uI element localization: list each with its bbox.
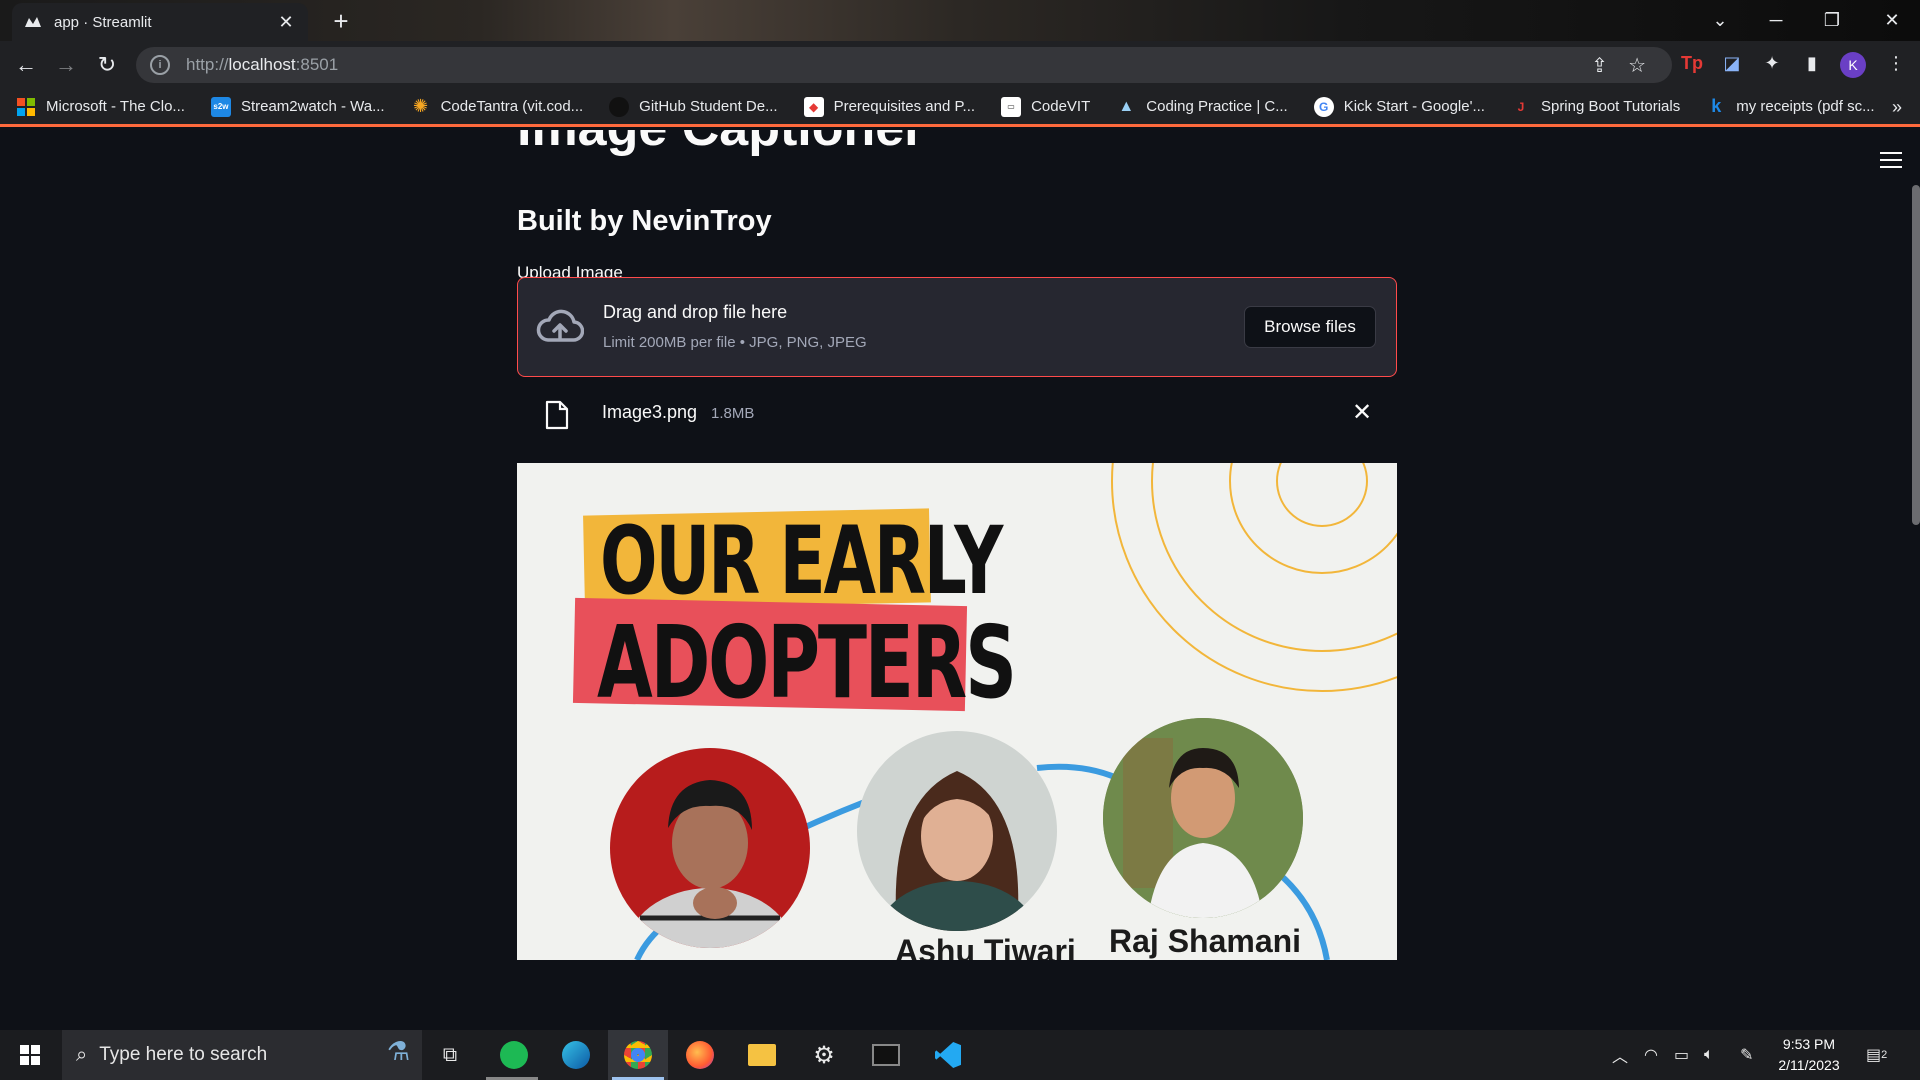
share-icon[interactable]: ⇪ — [1591, 53, 1608, 78]
tab-search-chevron-icon[interactable]: ⌄ — [1692, 0, 1748, 41]
browser-toolbar: ← → ↻ i http://localhost:8501 ⇪ ☆ — [0, 41, 1920, 89]
cloud-upload-icon — [536, 309, 584, 342]
uploaded-image-preview: OUR EARLY ADOPTERS Ashu Tiwari Raj Shama… — [517, 463, 1397, 960]
k-logo-icon: k — [1711, 96, 1722, 116]
show-hidden-icons-chevron-icon[interactable]: ︿ — [1612, 1030, 1628, 1080]
streamlit-app: Image Captioner Built by NevinTroy Uploa… — [0, 130, 1920, 1030]
restore-window-button[interactable]: ❐ — [1804, 0, 1860, 41]
taskbar-clock[interactable]: 9:53 PM 2/11/2023 — [1768, 1034, 1850, 1076]
bookmark-item[interactable]: k my receipts (pdf sc... — [1706, 96, 1874, 117]
page-title: Image Captioner — [517, 130, 924, 158]
edge-icon[interactable] — [546, 1030, 606, 1080]
chrome-icon[interactable] — [608, 1030, 668, 1080]
browser-tab-active[interactable]: app · Streamlit ✕ — [12, 3, 308, 41]
browser-menu-icon[interactable]: ⋮ — [1882, 49, 1910, 77]
more-bookmarks-icon[interactable]: » — [1892, 97, 1902, 118]
close-window-button[interactable]: ✕ — [1864, 0, 1920, 41]
taskbar-search-box[interactable]: ⌕ Type here to search ⚗ — [62, 1030, 422, 1080]
page-scrollbar[interactable] — [1912, 185, 1920, 525]
volume-icon[interactable]: 🔈︎ — [1704, 1030, 1714, 1080]
task-view-icon[interactable]: ⧉ — [420, 1030, 480, 1080]
new-tab-button[interactable]: + — [326, 6, 356, 36]
address-bar[interactable]: i http://localhost:8501 ⇪ ☆ — [136, 47, 1672, 83]
poster-name-middle: Ashu Tiwari — [895, 933, 1076, 960]
mountain-logo-icon: ▲ — [1118, 97, 1135, 115]
firefox-icon[interactable] — [670, 1030, 730, 1080]
search-placeholder: Type here to search — [99, 1044, 268, 1065]
windows-start-icon[interactable] — [0, 1030, 60, 1080]
github-logo-icon — [609, 96, 630, 117]
j-logo-icon: J — [1517, 99, 1525, 114]
browser-tab-strip: app · Streamlit ✕ + ⌄ ─ ❐ ✕ — [0, 0, 1920, 41]
site-info-icon[interactable]: i — [150, 55, 170, 75]
microsoft-logo-icon — [16, 97, 36, 117]
profile-avatar[interactable]: K — [1840, 52, 1866, 78]
person-photo-right — [1103, 718, 1303, 918]
sun-logo-icon: ✺ — [413, 96, 429, 116]
file-name: Image3.png — [602, 402, 698, 422]
bookmark-item[interactable]: ▲ Coding Practice | C... — [1116, 97, 1287, 117]
settings-gear-icon[interactable]: ⚙ — [794, 1030, 854, 1080]
notifications-icon[interactable]: ▤ 2 — [1866, 1030, 1887, 1080]
extension-icon[interactable]: ◪ — [1718, 49, 1746, 77]
network-icon[interactable]: ◠ — [1644, 1030, 1658, 1080]
search-icon: ⌕ — [76, 1043, 88, 1066]
back-button[interactable]: ← — [10, 49, 42, 81]
bookmark-item[interactable]: J Spring Boot Tutorials — [1511, 97, 1681, 117]
google-logo-icon: G — [1313, 96, 1334, 117]
s2w-logo-icon: s2w — [210, 96, 231, 117]
pen-icon[interactable]: ✎ — [1740, 1030, 1753, 1080]
battery-icon[interactable]: ▭ — [1674, 1030, 1689, 1080]
tp-extension-icon[interactable]: Tp — [1678, 49, 1706, 77]
file-icon — [545, 400, 569, 430]
person-photo-middle — [857, 731, 1057, 931]
main-menu-icon[interactable] — [1880, 152, 1902, 168]
bookmark-item[interactable]: ◆ Prerequisites and P... — [803, 96, 975, 117]
bookmark-item[interactable]: ▭ CodeVIT — [1001, 96, 1090, 117]
reload-button[interactable]: ↻ — [91, 49, 123, 81]
forward-button[interactable]: → — [50, 49, 82, 81]
clock-date: 2/11/2023 — [1778, 1057, 1840, 1073]
windows-taskbar: ⌕ Type here to search ⚗ ⧉ ⚙ ︿ ◠ ▭ 🔈︎ ✎ 9… — [0, 1030, 1920, 1080]
close-tab-icon[interactable]: ✕ — [276, 12, 296, 33]
url-text: http://localhost:8501 — [186, 55, 339, 74]
terminal-icon[interactable] — [856, 1030, 916, 1080]
poster-name-right: Raj Shamani — [1109, 923, 1302, 959]
dropzone-limits: Limit 200MB per file • JPG, PNG, JPEG — [603, 334, 867, 351]
bookmark-star-icon[interactable]: ☆ — [1628, 53, 1646, 78]
poster-heading-line1: OUR EARLY — [600, 507, 1003, 616]
bookmark-item[interactable]: Microsoft - The Clo... — [16, 97, 185, 117]
poster-heading-line2: ADOPTERS — [597, 604, 1017, 721]
prereq-logo-icon: ◆ — [803, 96, 824, 117]
person-photo-left — [610, 748, 810, 948]
bookmarks-bar: Microsoft - The Clo... s2w Stream2watch -… — [0, 89, 1920, 127]
bookmark-item[interactable]: s2w Stream2watch - Wa... — [210, 96, 385, 117]
page-subtitle: Built by NevinTroy — [517, 205, 772, 237]
codevit-logo-icon: ▭ — [1001, 96, 1022, 117]
search-highlight-icon: ⚗ — [386, 1036, 410, 1066]
side-panel-icon[interactable]: ▮ — [1798, 49, 1826, 77]
tab-title: app · Streamlit — [54, 13, 152, 31]
bookmark-item[interactable]: ✺ CodeTantra (vit.cod... — [411, 96, 583, 117]
file-dropzone[interactable]: Drag and drop file here Limit 200MB per … — [517, 277, 1397, 377]
minimize-window-button[interactable]: ─ — [1748, 0, 1804, 41]
vscode-icon[interactable] — [918, 1030, 978, 1080]
remove-file-icon[interactable]: ✕ — [1347, 398, 1377, 427]
clock-time: 9:53 PM — [1782, 1036, 1836, 1052]
spotify-icon[interactable] — [484, 1030, 544, 1080]
uploaded-file-item: Image3.png 1.8MB ✕ — [517, 390, 1397, 440]
file-size: 1.8MB — [711, 405, 755, 422]
puzzle-extensions-icon[interactable]: ✦ — [1758, 49, 1786, 77]
bookmark-item[interactable]: GitHub Student De... — [609, 96, 778, 117]
dropzone-title: Drag and drop file here — [603, 302, 788, 322]
streamlit-favicon-icon — [24, 13, 42, 31]
bookmark-item[interactable]: G Kick Start - Google'... — [1313, 96, 1485, 117]
file-explorer-icon[interactable] — [732, 1030, 792, 1080]
browse-files-button[interactable]: Browse files — [1244, 306, 1376, 348]
